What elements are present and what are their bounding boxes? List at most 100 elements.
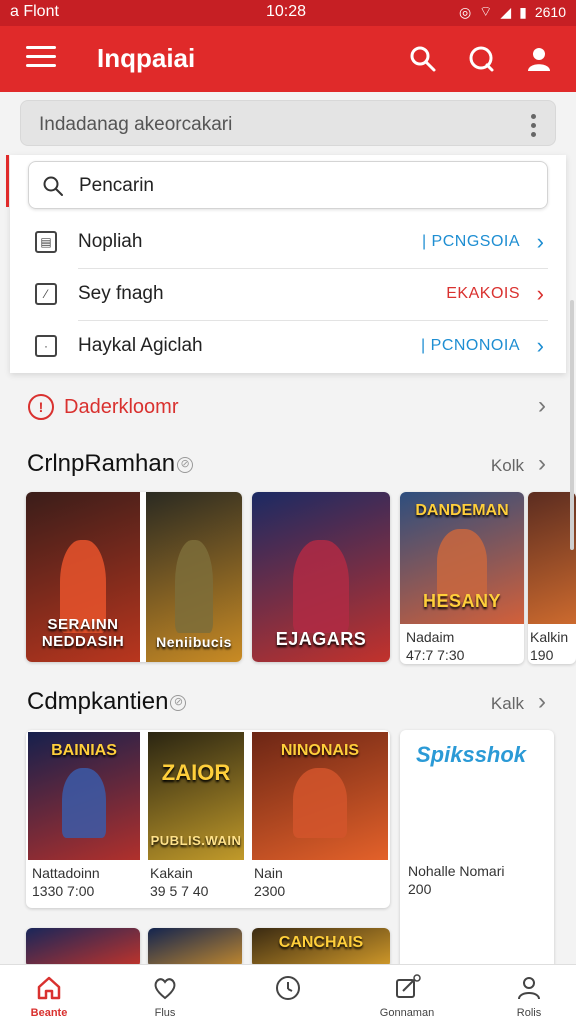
nav-label: Rolis xyxy=(516,1007,542,1019)
game-meta-name: Nain xyxy=(254,865,283,881)
nav-label: Beante xyxy=(30,1007,68,1019)
info-icon[interactable]: ⊘ xyxy=(170,694,187,711)
info-icon[interactable]: ⊘ xyxy=(177,456,194,473)
game-cover: Neniibucis xyxy=(146,492,242,662)
game-cover-title: EJAGARS xyxy=(275,629,367,649)
game-meta-name: Kakain xyxy=(150,865,193,881)
game-meta-value: 1330 7:00 xyxy=(32,883,95,899)
dropdown-row-2[interactable]: ⁄ Sey fnagh EKAKOIS › xyxy=(10,269,566,321)
game-cover[interactable]: BAINIAS xyxy=(28,732,140,860)
promo-card[interactable]: Spiksshok Nohalle Nomari 200 xyxy=(400,730,554,980)
search-icon[interactable] xyxy=(408,44,438,74)
character-art xyxy=(292,767,348,839)
game-cover xyxy=(26,928,140,968)
dropdown-row-label: Nopliah xyxy=(78,231,143,252)
game-cover xyxy=(148,928,242,968)
game-meta: Nattadoinn 1330 7:00 xyxy=(32,864,100,900)
chat-icon[interactable] xyxy=(466,44,496,74)
dropdown-accent xyxy=(6,155,9,207)
bottom-nav: Beante Flus Gonnaman Rolis xyxy=(0,964,576,1024)
battery-icon: ▮ xyxy=(519,3,527,20)
game-meta: Kalkin 190 xyxy=(530,628,568,664)
game-cover-header: ZAIOR xyxy=(161,760,231,785)
chevron-right-icon[interactable]: › xyxy=(538,688,546,716)
game-meta: Nadaim 47:7 7:30 xyxy=(406,628,464,664)
nav-label: Flus xyxy=(154,1007,176,1019)
game-meta: Nohalle Nomari 200 xyxy=(408,862,504,898)
character-art xyxy=(61,767,107,839)
section-title: CrlnpRamhan ⊘ xyxy=(27,450,194,478)
game-meta-name: Kalkin xyxy=(530,629,569,645)
account-icon[interactable] xyxy=(524,44,554,74)
nav-history[interactable] xyxy=(233,965,343,1024)
section-header-2: Cdmpkantien ⊘ Kalk › xyxy=(0,682,576,722)
game-meta: Nain 2300 xyxy=(254,864,285,900)
game-meta-name: Nadaim xyxy=(406,629,455,645)
chevron-right-icon: › xyxy=(538,392,546,419)
game-card[interactable]: EJAGARS xyxy=(252,492,390,662)
scrollbar[interactable] xyxy=(570,300,574,550)
game-card-partial[interactable]: Kalkin 190 xyxy=(528,492,576,664)
search-icon xyxy=(43,176,63,196)
search-input[interactable]: Pencarin xyxy=(28,161,548,209)
see-more-link[interactable]: Kolk xyxy=(491,456,524,476)
featured-link[interactable]: ! Daderkloomr › xyxy=(0,386,576,430)
game-meta: Kakain 39 5 7 40 xyxy=(150,864,208,900)
calendar-icon: ▤ xyxy=(35,231,57,253)
see-more-link[interactable]: Kalk xyxy=(491,694,524,714)
featured-link-label: Daderkloomr xyxy=(64,396,179,418)
game-cover: EJAGARS xyxy=(252,492,390,662)
section-header-1: CrlnpRamhan ⊘ Kolk › xyxy=(0,444,576,484)
home-icon xyxy=(37,976,61,1000)
battery-level: 2610 xyxy=(534,4,566,20)
section-title-text: Cdmpkantien xyxy=(27,688,169,715)
game-card-partial[interactable]: CANCHAIS xyxy=(252,928,390,968)
game-meta-name: Nohalle Nomari xyxy=(408,863,505,879)
nav-home[interactable]: Beante xyxy=(0,965,104,1024)
game-cover xyxy=(528,492,576,624)
dropdown-row-1[interactable]: ▤ Nopliah | PCNGSOIA › xyxy=(10,217,566,269)
clock-icon xyxy=(276,976,300,1000)
character-art xyxy=(293,539,349,634)
game-meta-value: 2300 xyxy=(254,883,286,899)
game-cover-title: PUBLIS.WAIN xyxy=(150,833,242,848)
profile-icon xyxy=(518,977,540,1000)
game-cover-header: BAINIAS xyxy=(51,742,117,759)
box-icon: · xyxy=(35,335,57,357)
chevron-right-icon: › xyxy=(536,229,544,254)
address-bar[interactable]: Indadanag akeorcakari xyxy=(20,100,556,146)
app-bar: Inqpaiai xyxy=(0,26,576,92)
pin-icon: ! xyxy=(28,394,54,420)
chevron-right-icon: › xyxy=(536,281,544,306)
game-card-large[interactable]: SERAINN NEDDASIH Neniibucis xyxy=(26,492,242,662)
game-cover[interactable]: ZAIOR PUBLIS.WAIN xyxy=(148,732,244,860)
wifi-icon: ⌔ xyxy=(479,3,493,19)
game-meta-name: Nattadoinn xyxy=(32,865,100,881)
edit-icon xyxy=(396,974,421,998)
game-card-partial[interactable] xyxy=(26,928,140,968)
more-options-icon[interactable] xyxy=(531,114,537,141)
game-cover-header: NINONAIS xyxy=(280,742,360,759)
game-card-partial[interactable] xyxy=(148,928,242,968)
status-carrier: a Flont xyxy=(10,3,59,20)
game-meta-value: 200 xyxy=(408,881,432,897)
menu-icon[interactable] xyxy=(26,46,56,70)
promo-logo: Spiksshok xyxy=(416,742,527,767)
section-title-text: CrlnpRamhan xyxy=(27,450,176,477)
nav-favorites[interactable]: Flus xyxy=(110,965,220,1024)
game-meta-value: 47:7 7:30 xyxy=(406,647,465,663)
status-bar: a Flont 10:28 ◎ ⌔ ◢ ▮ 2610 xyxy=(0,0,576,26)
heart-icon xyxy=(154,978,176,1000)
game-card[interactable]: DANDEMAN HESANY Nadaim 47:7 7:30 xyxy=(400,492,524,664)
dropdown-row-3[interactable]: · Haykal Agiclah | PCNONOIA › xyxy=(10,321,566,373)
nav-comments[interactable]: Gonnaman xyxy=(352,965,462,1024)
dropdown-row-tag: | PCNONOIA xyxy=(421,337,520,354)
edit-box-icon: ⁄ xyxy=(35,283,57,305)
game-cover-header: CANCHAIS xyxy=(278,934,364,951)
game-cover[interactable]: NINONAIS xyxy=(252,732,388,860)
chevron-right-icon[interactable]: › xyxy=(538,450,546,478)
address-bar-text: Indadanag akeorcakari xyxy=(39,114,233,135)
search-placeholder: Pencarin xyxy=(79,175,154,196)
nav-profile[interactable]: Rolis xyxy=(474,965,576,1024)
search-dropdown: Pencarin ▤ Nopliah | PCNGSOIA › ⁄ Sey fn… xyxy=(6,155,566,373)
